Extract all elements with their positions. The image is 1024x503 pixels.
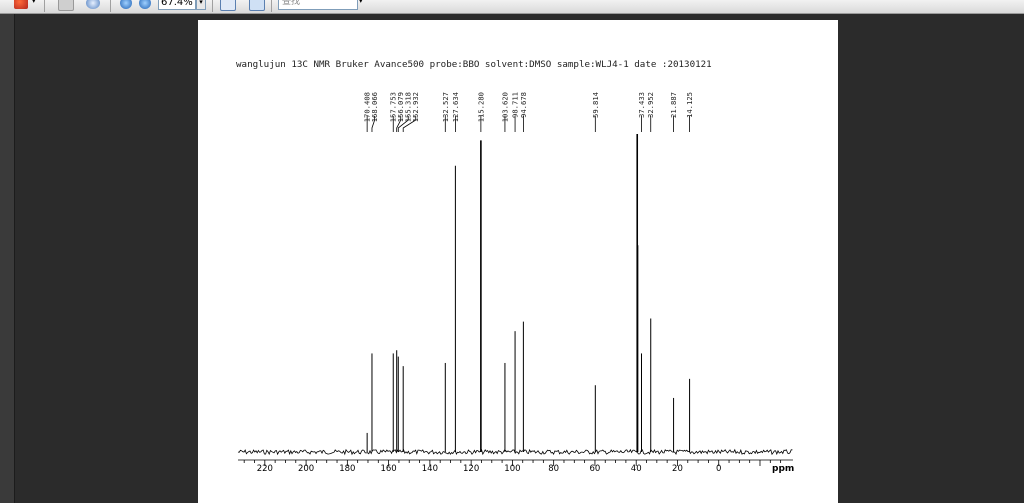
search-button[interactable] xyxy=(86,0,100,11)
zoom-out-button[interactable] xyxy=(120,0,132,11)
copy-icon xyxy=(58,0,74,11)
peak-label: 132.527 xyxy=(441,92,450,122)
toolbar-separator xyxy=(271,0,272,12)
x-tick-label: 0 xyxy=(716,464,721,474)
zoom-in-icon xyxy=(139,0,151,9)
copy-button[interactable] xyxy=(58,0,74,11)
zoom-input[interactable]: 67.4% xyxy=(158,0,196,10)
zoom-out-icon xyxy=(120,0,132,9)
document-page: wanglujun 13C NMR Bruker Avance500 probe… xyxy=(198,20,838,503)
fit-page-button[interactable] xyxy=(249,0,265,11)
peak-label: 37.433 xyxy=(637,92,646,118)
x-tick-label: 200 xyxy=(298,464,314,474)
zoom-in-button[interactable] xyxy=(139,0,151,11)
x-tick-label: 160 xyxy=(380,464,396,474)
left-side-panel xyxy=(0,14,15,503)
fit-page-icon xyxy=(249,0,265,11)
chart-title: wanglujun 13C NMR Bruker Avance500 probe… xyxy=(236,59,712,70)
find-input[interactable]: 查找 xyxy=(278,0,358,10)
x-tick-label: 40 xyxy=(631,464,642,474)
x-tick-label: 140 xyxy=(422,464,438,474)
x-tick-label: 220 xyxy=(257,464,273,474)
peak-label: 103.620 xyxy=(500,92,509,122)
peak-label: 127.634 xyxy=(451,92,460,122)
x-axis-label: ppm xyxy=(772,464,794,474)
x-tick-label: 80 xyxy=(548,464,559,474)
print-button[interactable] xyxy=(14,0,28,11)
x-tick-label: 100 xyxy=(504,464,520,474)
peak-label: 32.952 xyxy=(646,92,655,118)
peak-label: 21.887 xyxy=(669,92,678,118)
print-dropdown[interactable]: ▾ xyxy=(32,0,36,11)
x-tick-label: 20 xyxy=(672,464,683,474)
peak-label: 168.066 xyxy=(370,92,379,122)
find-dropdown[interactable]: ▾ xyxy=(359,0,363,5)
search-icon xyxy=(86,0,100,9)
toolbar: ▾ 67.4% ▾ 查找 ▾ xyxy=(0,0,1024,14)
peak-label: 115.280 xyxy=(476,92,485,122)
print-icon xyxy=(14,0,28,9)
x-tick-label: 120 xyxy=(463,464,479,474)
peak-label: 94.678 xyxy=(519,92,528,118)
toolbar-separator xyxy=(44,0,45,12)
zoom-dropdown[interactable]: ▾ xyxy=(196,0,206,10)
nmr-spectrum-chart: wanglujun 13C NMR Bruker Avance500 probe… xyxy=(236,59,794,474)
peak-label: 152.932 xyxy=(411,92,420,122)
toolbar-separator xyxy=(110,0,111,12)
x-tick-label: 180 xyxy=(339,464,355,474)
x-tick-label: 60 xyxy=(590,464,601,474)
fit-width-icon xyxy=(220,0,236,11)
fit-width-button[interactable] xyxy=(220,0,236,11)
peak-label: 59.814 xyxy=(591,92,600,118)
toolbar-separator xyxy=(212,0,213,12)
peak-label: 14.125 xyxy=(685,92,694,118)
